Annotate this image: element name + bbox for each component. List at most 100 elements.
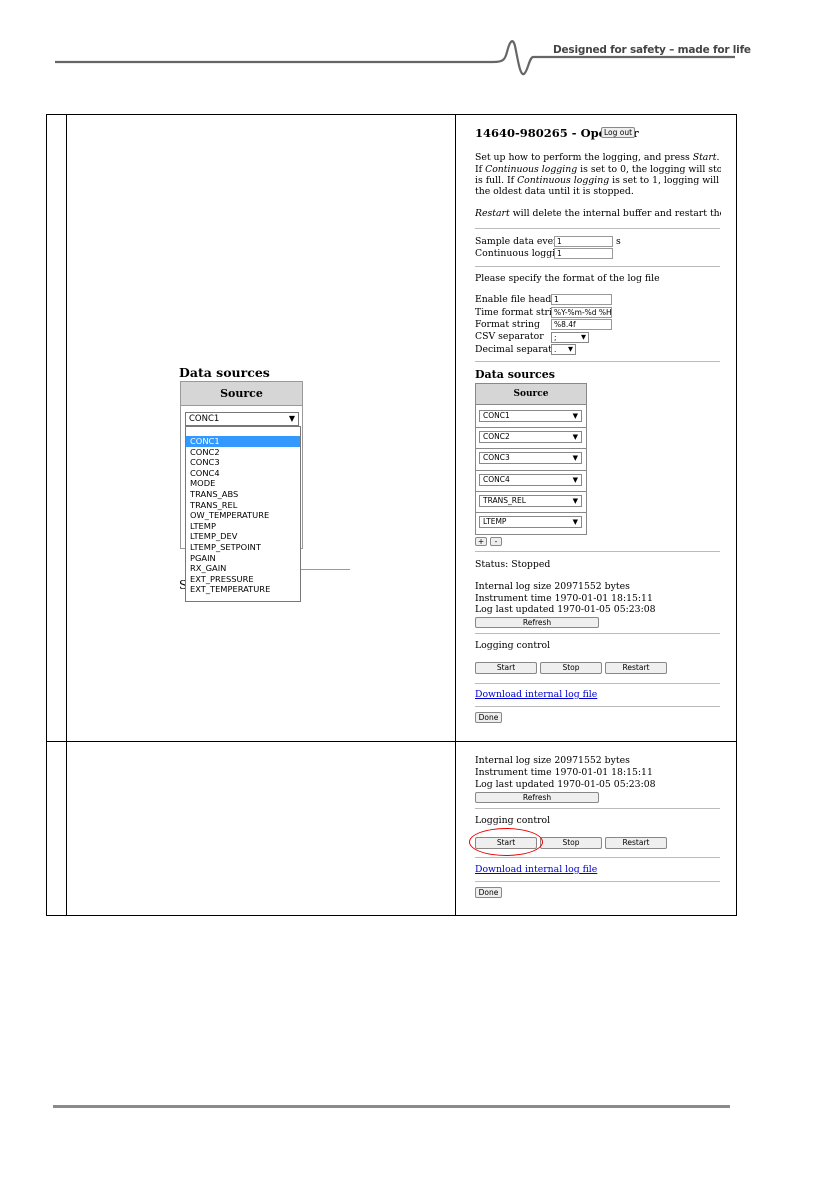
continuous-input[interactable]: 1 [554, 248, 613, 259]
source-select-value: CONC4 [483, 475, 510, 484]
divider [475, 551, 720, 552]
source-select-value: CONC1 [189, 414, 220, 424]
instrument-time: Instrument time 1970-01-01 18:15:11 [475, 593, 653, 604]
source-select-value: CONC2 [483, 432, 510, 441]
divider [475, 228, 720, 229]
dropdown-option[interactable]: TRANS_REL [186, 500, 300, 511]
intro-text: If [475, 164, 486, 175]
source-select[interactable]: LTEMP ▼ [479, 516, 582, 528]
refresh-button[interactable]: Refresh [475, 792, 599, 803]
dropdown-option[interactable]: LTEMP_SETPOINT [186, 542, 300, 553]
download-log-link[interactable]: Download internal log file [475, 689, 597, 700]
enable-header-label: Enable file header [475, 294, 562, 305]
dropdown-option[interactable]: RX_GAIN [186, 563, 300, 574]
status-text: Status: Stopped [475, 559, 551, 570]
decimal-label: Decimal separator [475, 344, 562, 355]
done-button[interactable]: Done [475, 887, 502, 898]
chevron-down-icon: ▼ [572, 433, 578, 441]
source-select[interactable]: CONC4 ▼ [479, 474, 582, 486]
source-select[interactable]: TRANS_REL ▼ [479, 495, 582, 507]
divider [475, 857, 720, 858]
done-button[interactable]: Done [475, 712, 502, 723]
log-size: Internal log size 20971552 bytes [475, 755, 630, 766]
divider [475, 808, 720, 809]
intro-line-2: If Continuous logging is set to 0, the l… [475, 164, 721, 175]
dropdown-option[interactable]: TRANS_ABS [186, 489, 300, 500]
decimal-select-value: . [554, 345, 557, 354]
sources-column-header: Source [475, 383, 587, 405]
row-divider [475, 427, 587, 428]
sample-unit: s [616, 236, 621, 247]
instruction-table [46, 114, 737, 916]
divider [475, 706, 720, 707]
remove-source-button[interactable]: - [490, 537, 502, 546]
log-size: Internal log size 20971552 bytes [475, 581, 630, 592]
source-select-value: LTEMP [483, 517, 507, 526]
source-dropdown-list[interactable]: CONC1 CONC2 CONC3 CONC4 MODE TRANS_ABS T… [185, 426, 301, 602]
source-select[interactable]: CONC2 ▼ [479, 431, 582, 443]
intro-text: . [716, 152, 720, 163]
dropdown-option[interactable]: EXT_PRESSURE [186, 574, 300, 585]
download-log-link[interactable]: Download internal log file [475, 864, 597, 875]
decimal-select[interactable]: . ▼ [551, 344, 576, 355]
table-divider-2 [455, 114, 456, 916]
refresh-button[interactable]: Refresh [475, 617, 599, 628]
row-divider [475, 448, 587, 449]
restart-button[interactable]: Restart [605, 837, 667, 849]
source-select-value: CONC1 [483, 411, 510, 420]
dropdown-option[interactable]: CONC3 [186, 457, 300, 468]
instrument-time: Instrument time 1970-01-01 18:15:11 [475, 767, 653, 778]
dropdown-option[interactable]: EXT_TEMPERATURE [186, 584, 300, 595]
row-divider [475, 491, 587, 492]
stop-button[interactable]: Stop [540, 662, 602, 674]
dropdown-option[interactable]: LTEMP [186, 521, 300, 532]
source-select[interactable]: CONC1 ▼ [185, 412, 299, 426]
divider [475, 881, 720, 882]
sample-label: Sample data every [475, 236, 563, 247]
chevron-down-icon: ▼ [288, 414, 295, 423]
divider [475, 633, 720, 634]
restart-button[interactable]: Restart [605, 662, 667, 674]
dropdown-option[interactable]: CONC1 [186, 436, 300, 447]
intro-em: Continuous logging [517, 175, 610, 186]
dropdown-option[interactable]: PGAIN [186, 553, 300, 564]
divider [475, 266, 720, 267]
source-select[interactable]: CONC1 ▼ [479, 410, 582, 422]
restart-note: Restart will delete the internal buffer … [475, 208, 721, 219]
dropdown-option[interactable]: OW_TEMPERATURE [186, 510, 300, 521]
divider [475, 683, 720, 684]
dropdown-option[interactable]: LTEMP_DEV [186, 531, 300, 542]
dropdown-shot-title: Data sources [179, 365, 270, 380]
intro-text: is set to 0, the logging will stop once … [580, 164, 721, 175]
add-source-button[interactable]: + [475, 537, 487, 546]
chevron-down-icon: ▼ [572, 497, 578, 505]
row-divider [475, 470, 587, 471]
dropdown-option[interactable]: CONC4 [186, 468, 300, 479]
source-select-value: TRANS_REL [483, 496, 526, 505]
intro-line-3: is full. If Continuous logging is set to… [475, 175, 721, 186]
intro-em: Continuous logging [485, 164, 578, 175]
dropdown-shot-column-header: Source [180, 381, 303, 406]
divider [475, 361, 720, 362]
dropdown-option[interactable]: CONC2 [186, 447, 300, 458]
sample-input[interactable]: 1 [554, 236, 613, 247]
enable-header-input[interactable]: 1 [551, 294, 612, 305]
table-divider-1 [66, 114, 67, 916]
start-button[interactable]: Start [475, 662, 537, 674]
chevron-down-icon: ▼ [572, 476, 578, 484]
logout-button[interactable]: Log out [601, 127, 635, 138]
chevron-down-icon: ▼ [581, 333, 586, 341]
start-highlight-circle [469, 828, 543, 856]
intro-em: Restart [475, 208, 510, 219]
format-string-input[interactable]: %8.4f [551, 319, 612, 330]
dropdown-option[interactable]: MODE [186, 478, 300, 489]
chevron-down-icon: ▼ [568, 345, 573, 353]
logging-control-label: Logging control [475, 815, 551, 826]
chevron-down-icon: ▼ [572, 454, 578, 462]
time-format-input[interactable]: %Y-%m-%d %H: [551, 307, 612, 318]
stop-button[interactable]: Stop [540, 837, 602, 849]
csv-select[interactable]: ; ▼ [551, 332, 589, 343]
source-select[interactable]: CONC3 ▼ [479, 452, 582, 464]
last-updated: Log last updated 1970-01-05 05:23:08 [475, 604, 656, 615]
intro-text: is set to 1, logging will continu [612, 175, 721, 186]
